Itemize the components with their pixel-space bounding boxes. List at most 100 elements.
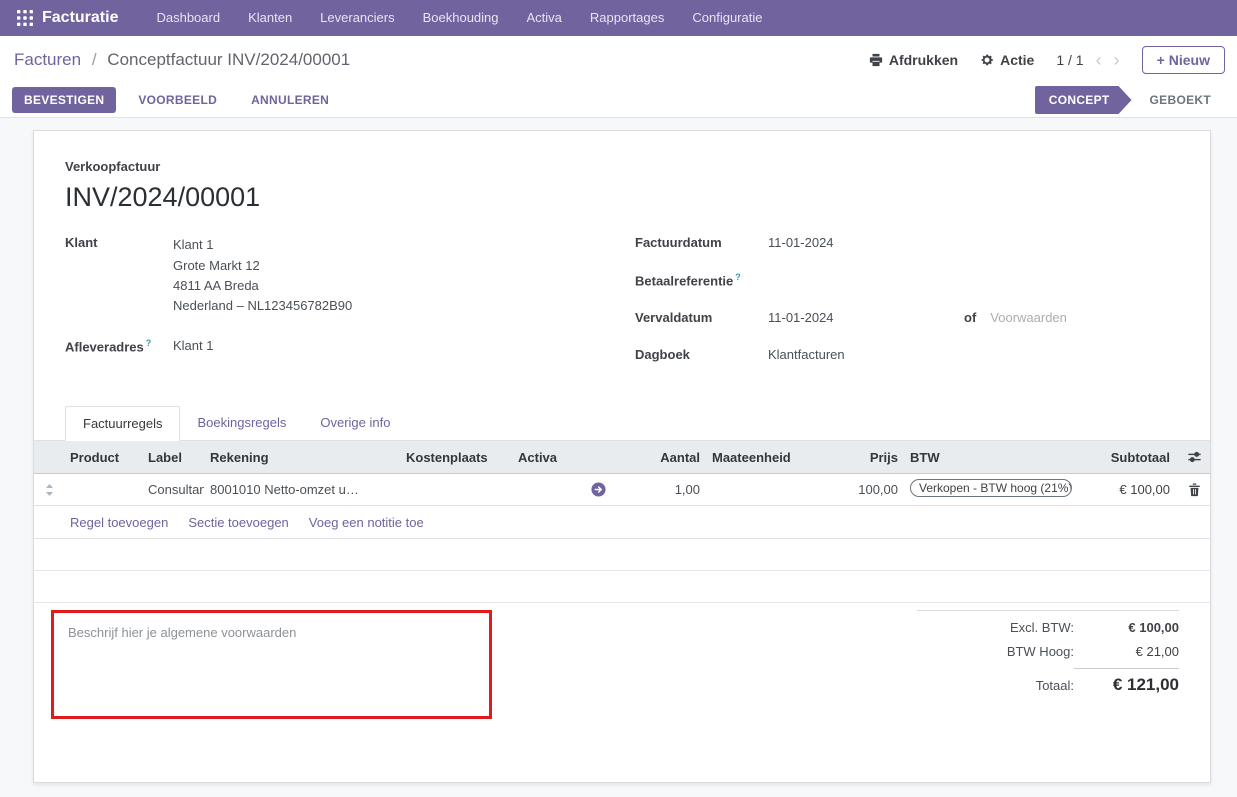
optional-columns-button[interactable] [1176,450,1212,464]
field-betaalreferentie: Betaalreferentie? [635,272,1180,288]
internal-link-icon[interactable] [582,482,614,497]
dagboek-value[interactable]: Klantfacturen [768,347,845,362]
nav-item-activa[interactable]: Activa [517,0,572,36]
invoice-sheet: Verkoopfactuur INV/2024/00001 Klant Klan… [33,130,1211,783]
nav-item-leveranciers[interactable]: Leveranciers [310,0,404,36]
field-factuurdatum: Factuurdatum 11-01-2024 [635,235,1180,250]
cell-rekening[interactable]: 8001010 Netto-omzet u… [204,482,400,497]
klant-label: Klant [65,235,173,316]
afleveradres-value[interactable]: Klant 1 [173,338,213,354]
dagboek-label: Dagboek [635,347,768,362]
klant-value[interactable]: Klant 1 [173,235,352,255]
header-prijs[interactable]: Prijs [818,450,904,465]
header-kostenplaats[interactable]: Kostenplaats [400,450,512,465]
tab-factuurregels[interactable]: Factuurregels [65,406,180,441]
total-row-total: Totaal: € 121,00 [917,668,1179,695]
pager: 1 / 1 ‹ › [1056,51,1119,69]
stage-geboekt[interactable]: GEBOEKT [1136,86,1225,114]
stage-concept[interactable]: CONCEPT [1035,86,1132,114]
header-maateenheid[interactable]: Maateenheid [706,450,818,465]
add-section-link[interactable]: Sectie toevoegen [188,515,288,530]
invoice-number: INV/2024/00001 [65,182,1210,213]
betaalvoorwaarden-input[interactable]: Voorwaarden [990,310,1067,325]
total-row-tax: BTW Hoog: € 21,00 [917,644,1179,659]
header-btw[interactable]: BTW [904,450,1074,465]
betaalreferentie-label: Betaalreferentie [635,273,733,288]
statusbar-stages: CONCEPT GEBOEKT [1035,86,1225,114]
trash-icon [1188,483,1201,497]
delete-line-button[interactable] [1176,483,1212,497]
header-activa[interactable]: Activa [512,450,582,465]
nav-item-configuratie[interactable]: Configuratie [682,0,772,36]
cancel-button[interactable]: ANNULEREN [239,87,341,113]
apps-grid-icon[interactable] [16,9,34,27]
tab-overige-info[interactable]: Overige info [303,406,407,441]
add-note-link[interactable]: Voeg een notitie toe [309,515,424,530]
pager-value: 1 / 1 [1056,52,1083,68]
sliders-icon [1187,450,1202,464]
of-label: of [964,310,976,325]
cell-prijs[interactable]: 100,00 [818,482,904,497]
help-icon: ? [735,272,741,282]
vervaldatum-label: Vervaldatum [635,310,768,325]
nav-item-dashboard[interactable]: Dashboard [146,0,230,36]
untaxed-value: € 100,00 [1074,620,1179,635]
new-button[interactable]: + Nieuw [1142,46,1225,74]
cell-btw[interactable]: Verkopen - BTW hoog (21%) [904,479,1074,500]
header-aantal[interactable]: Aantal [614,450,706,465]
table-header-row: Product Label Rekening Kostenplaats Acti… [34,441,1210,474]
print-button[interactable]: Afdrukken [869,52,958,68]
header-rekening[interactable]: Rekening [204,450,400,465]
breadcrumb-separator: / [92,50,97,69]
total-label: Totaal: [1036,678,1074,693]
add-line-link[interactable]: Regel toevoegen [70,515,168,530]
klant-address-line3: Nederland – NL123456782B90 [173,296,352,316]
klant-address-line2: 4811 AA Breda [173,276,352,296]
tax-value: € 21,00 [1074,644,1179,659]
header-label[interactable]: Label [142,450,204,465]
printer-icon [869,53,883,67]
confirm-button[interactable]: BEVESTIGEN [12,87,116,113]
nav-item-klanten[interactable]: Klanten [238,0,302,36]
total-row-untaxed: Excl. BTW: € 100,00 [917,620,1179,635]
field-afleveradres: Afleveradres? Klant 1 [65,338,635,354]
top-navbar: Facturatie Dashboard Klanten Leverancier… [0,0,1237,36]
app-name[interactable]: Facturatie [42,9,118,27]
gear-icon [980,53,994,67]
terms-annotation-highlight: Beschrijf hier je algemene voorwaarden [51,610,492,719]
breadcrumb-parent-link[interactable]: Facturen [14,50,81,69]
table-footer-links: Regel toevoegen Sectie toevoegen Voeg ee… [34,506,1210,539]
total-value: € 121,00 [1074,668,1179,695]
invoice-line-row[interactable]: Consultancy 8001010 Netto-omzet u… 1,00 … [34,474,1210,506]
header-subtotaal[interactable]: Subtotaal [1074,450,1176,465]
nav-item-rapportages[interactable]: Rapportages [580,0,674,36]
drag-handle-icon[interactable] [34,484,64,496]
btw-tag[interactable]: Verkopen - BTW hoog (21%) [910,479,1072,497]
statusbar: BEVESTIGEN VOORBEELD ANNULEREN CONCEPT G… [0,83,1237,118]
cell-aantal[interactable]: 1,00 [614,482,706,497]
factuurdatum-value[interactable]: 11-01-2024 [768,235,834,250]
invoice-lines-table: Product Label Rekening Kostenplaats Acti… [34,441,1210,603]
breadcrumb-current: Conceptfactuur INV/2024/00001 [107,50,350,69]
terms-textarea[interactable]: Beschrijf hier je algemene voorwaarden [54,613,489,716]
untaxed-label: Excl. BTW: [1010,620,1074,635]
action-button[interactable]: Actie [980,52,1034,68]
control-panel: Facturen / Conceptfactuur INV/2024/00001… [0,36,1237,83]
factuurdatum-label: Factuurdatum [635,235,768,250]
pager-next-icon[interactable]: › [1114,51,1120,69]
preview-button[interactable]: VOORBEELD [126,87,229,113]
plus-icon: + [1157,52,1165,68]
vervaldatum-value[interactable]: 11-01-2024 [768,310,964,325]
nav-item-boekhouding[interactable]: Boekhouding [413,0,509,36]
empty-table-row [34,539,1210,571]
field-vervaldatum: Vervaldatum 11-01-2024 of Voorwaarden [635,310,1180,325]
pager-previous-icon[interactable]: ‹ [1096,51,1102,69]
klant-address-line1: Grote Markt 12 [173,256,352,276]
header-product[interactable]: Product [64,450,142,465]
notebook-tabs: Factuurregels Boekingsregels Overige inf… [34,405,1210,441]
tab-boekingsregels[interactable]: Boekingsregels [180,406,303,441]
breadcrumb: Facturen / Conceptfactuur INV/2024/00001 [14,50,350,70]
document-type-label: Verkoopfactuur [65,159,1210,174]
cell-label[interactable]: Consultancy [142,482,204,497]
help-icon: ? [146,338,152,348]
